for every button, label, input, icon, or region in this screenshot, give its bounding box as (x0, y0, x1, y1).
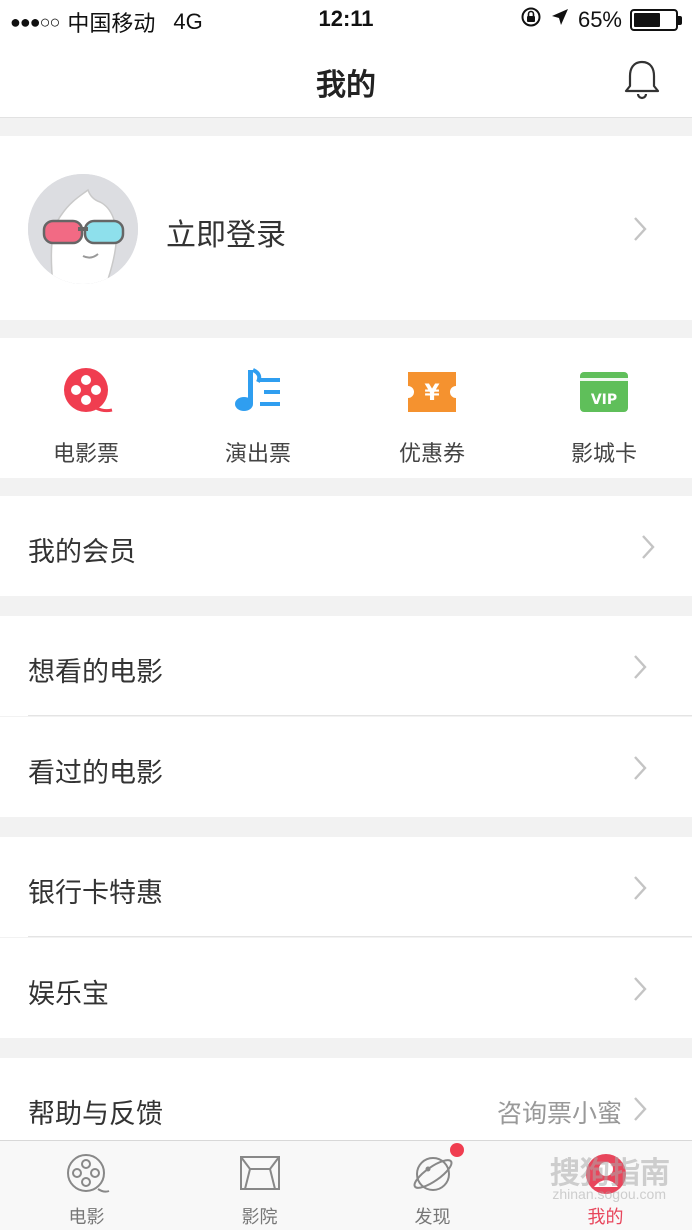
chevron-right-icon (630, 974, 650, 1004)
chevron-right-icon (630, 214, 650, 244)
quick-action-label: 演出票 (224, 441, 291, 466)
quick-action-coupon[interactable]: ¥ 优惠券 (346, 364, 518, 468)
divider (28, 936, 692, 937)
tab-movies[interactable]: 电影 (0, 1151, 173, 1229)
menu-item-label: 帮助与反馈 (28, 1099, 163, 1129)
chevron-right-icon (630, 873, 650, 903)
film-reel-icon (64, 1151, 110, 1197)
menu-item-want-to-watch[interactable]: 想看的电影 (0, 616, 692, 716)
quick-action-label: 优惠券 (398, 441, 465, 466)
svg-text:¥: ¥ (424, 381, 440, 406)
menu-item-label: 银行卡特惠 (28, 878, 163, 908)
tab-label: 发现 (414, 1207, 451, 1227)
notification-dot (449, 1143, 464, 1157)
login-label: 立即登录 (166, 219, 286, 252)
status-bar: ●●●○○ 中国移动 4G 12:11 65% (0, 0, 692, 38)
battery-tip (678, 15, 682, 25)
menu-item-label: 娱乐宝 (28, 979, 109, 1009)
quick-action-show-ticket[interactable]: 演出票 (172, 364, 344, 468)
quick-action-label: 电影票 (52, 441, 119, 466)
watermark-url: zhinan.sogou.com (552, 1186, 666, 1202)
battery-fill (634, 13, 660, 27)
page-title: 我的 (316, 69, 376, 102)
avatar-3d-glasses-icon[interactable] (28, 174, 138, 284)
menu-item-watched[interactable]: 看过的电影 (0, 717, 692, 817)
battery-icon (630, 9, 682, 31)
cinema-screen-icon (237, 1151, 283, 1197)
battery-percent: 65% (577, 7, 622, 32)
menu-item-label: 我的会员 (28, 537, 136, 567)
status-right: 65% (520, 6, 682, 34)
chevron-right-icon (638, 532, 658, 562)
battery-body (630, 9, 678, 31)
quick-action-label: 影城卡 (570, 441, 637, 466)
quick-action-movie-ticket[interactable]: 电影票 (0, 364, 172, 468)
location-arrow-icon (550, 7, 570, 33)
menu-item-help[interactable]: 帮助与反馈 咨询票小蜜 (0, 1058, 692, 1140)
vip-card-icon: VIP (576, 364, 632, 420)
nav-bar: 我的 (0, 38, 692, 118)
chevron-right-icon (630, 652, 650, 682)
tab-cinemas[interactable]: 影院 (173, 1151, 346, 1229)
planet-icon (410, 1143, 464, 1197)
chevron-right-icon (630, 1094, 650, 1124)
help-hint: 咨询票小蜜 (496, 1100, 622, 1128)
quick-action-cinema-card[interactable]: VIP 影城卡 (518, 364, 690, 468)
menu-item-label: 想看的电影 (28, 657, 163, 687)
tab-discover[interactable]: 发现 (346, 1143, 519, 1229)
tab-label: 电影 (68, 1207, 105, 1227)
film-reel-icon (58, 364, 114, 420)
tab-label: 影院 (241, 1207, 278, 1227)
menu-item-member[interactable]: 我的会员 (0, 496, 692, 596)
bell-icon[interactable] (622, 58, 662, 100)
music-note-icon (230, 364, 286, 420)
quick-actions: 电影票 演出票 ¥ 优惠券 VIP 影城卡 (0, 338, 692, 478)
chevron-right-icon (630, 753, 650, 783)
menu-item-bank-card[interactable]: 银行卡特惠 (0, 837, 692, 937)
svg-text:VIP: VIP (591, 392, 617, 408)
rotation-lock-icon (520, 6, 542, 34)
menu-item-entertainment[interactable]: 娱乐宝 (0, 938, 692, 1038)
divider (28, 715, 692, 716)
tab-label: 我的 (587, 1207, 624, 1227)
menu-item-label: 看过的电影 (28, 758, 163, 788)
profile-login-row[interactable]: 立即登录 (0, 136, 692, 320)
coupon-yen-icon: ¥ (404, 364, 460, 420)
